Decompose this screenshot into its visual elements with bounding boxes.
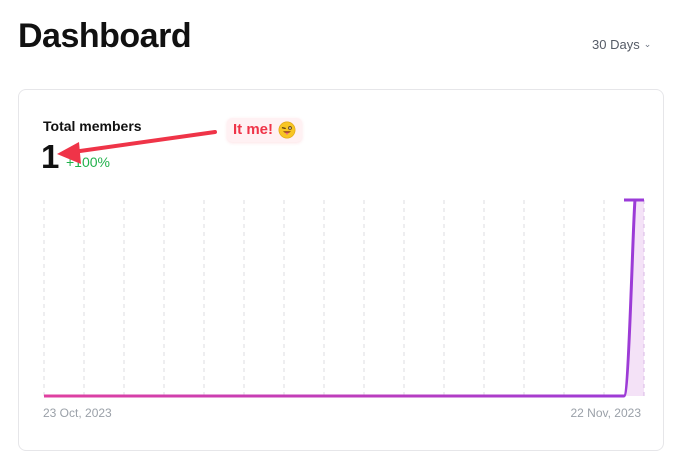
series-line: [44, 198, 644, 398]
total-members-card: Total members 1 +100% It me! 23 Oct, 202…: [18, 89, 664, 451]
series-area: [44, 200, 644, 396]
metric-value: 1: [41, 138, 60, 175]
x-tick-label-start: 23 Oct, 2023: [43, 406, 112, 420]
metric-change: +100%: [66, 154, 110, 170]
page-title: Dashboard: [18, 17, 192, 55]
metric-label: Total members: [43, 118, 142, 134]
date-range-label: 30 Days: [592, 36, 640, 52]
date-range-select[interactable]: 30 Days ⌄: [588, 34, 655, 54]
dashboard-page: Dashboard 30 Days ⌄ Total members 1 +100…: [0, 0, 682, 463]
members-chart: [43, 198, 645, 398]
x-tick-label-end: 22 Nov, 2023: [570, 406, 642, 420]
annotation-text: It me!: [233, 121, 274, 138]
annotation-callout: It me!: [227, 118, 303, 142]
winking-tongue-face-emoji-icon: [278, 121, 296, 139]
chevron-down-icon: ⌄: [643, 39, 652, 49]
